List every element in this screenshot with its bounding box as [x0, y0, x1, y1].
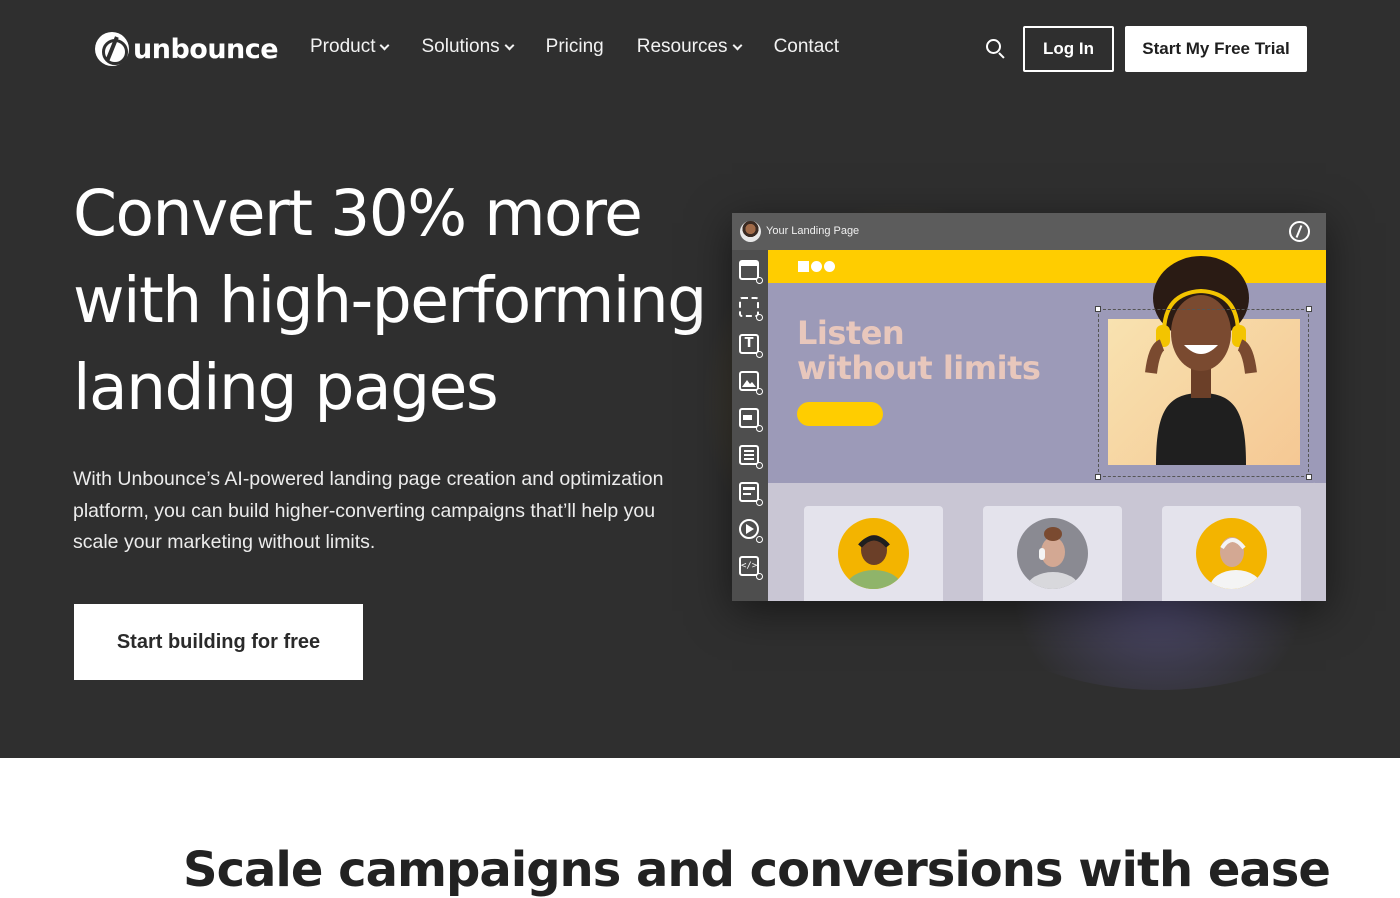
- nav-item-label: Contact: [773, 36, 840, 57]
- image-glyph: [742, 380, 756, 387]
- mockup-window-title: Your Landing Page: [766, 225, 860, 237]
- code-icon: </>: [739, 556, 763, 580]
- resize-handle: [1095, 306, 1101, 312]
- hero-section: unbounce Product Solutions Pricing Resou…: [0, 0, 1400, 758]
- headline-line: landing pages: [73, 351, 499, 424]
- person-photo-image: [838, 518, 909, 589]
- person-photo-image: [1017, 518, 1088, 589]
- play-glyph: [746, 524, 754, 534]
- headline-line: Convert 30% more: [73, 177, 643, 250]
- builder-mockup: Your Landing Page T </> Listen without l…: [732, 213, 1326, 601]
- hero-headline: Convert 30% more with high-performing la…: [73, 170, 713, 431]
- nav-item-contact[interactable]: Contact: [774, 36, 839, 58]
- form-glyph: [744, 450, 754, 460]
- mockup-title-bar: Your Landing Page: [732, 213, 1326, 250]
- chevron-down-icon: [380, 40, 390, 50]
- mockup-cta-pill: [797, 402, 883, 426]
- unbounce-logo-icon: [95, 32, 129, 66]
- mini-logo-circle: [824, 261, 835, 272]
- mockup-card: [1162, 506, 1301, 601]
- mini-logo-circle: [811, 261, 822, 272]
- form-icon: [739, 445, 763, 469]
- unbounce-logo-icon: [1289, 221, 1310, 242]
- mockup-card: [983, 506, 1122, 601]
- nav-item-label: Solutions: [421, 36, 500, 57]
- section-heading: Scale campaigns and conversions with eas…: [183, 842, 1331, 898]
- start-building-button[interactable]: Start building for free: [74, 604, 363, 680]
- search-icon[interactable]: [986, 39, 1006, 59]
- list-icon: [739, 482, 763, 506]
- box-icon: [739, 297, 763, 321]
- text-icon: T: [739, 334, 763, 358]
- mockup-mini-logo: [798, 261, 835, 272]
- chevron-down-icon: [732, 40, 743, 50]
- top-nav: unbounce Product Solutions Pricing Resou…: [0, 0, 1400, 100]
- hero-subtext: With Unbounce’s AI-powered landing page …: [73, 468, 664, 553]
- brand-logo[interactable]: unbounce: [95, 32, 279, 66]
- section-icon: [739, 260, 763, 284]
- mockup-heading: Listen without limits: [797, 316, 1057, 386]
- nav-item-label: Resources: [636, 36, 728, 57]
- image-icon: [739, 371, 763, 395]
- mockup-heading-line: without limits: [797, 349, 1041, 387]
- nav-item-pricing[interactable]: Pricing: [546, 36, 604, 58]
- mini-logo-square: [798, 261, 809, 272]
- selection-box: [1098, 309, 1309, 477]
- nav-item-product[interactable]: Product: [310, 36, 390, 58]
- nav-item-label: Pricing: [545, 36, 604, 57]
- search-handle: [998, 52, 1005, 59]
- resize-handle: [1306, 474, 1312, 480]
- nav-item-resources[interactable]: Resources: [636, 36, 743, 58]
- main-menu: Product Solutions Pricing Resources Cont…: [310, 36, 839, 58]
- button-icon: [739, 408, 763, 432]
- mockup-toolbar: T </>: [732, 250, 768, 601]
- nav-item-solutions[interactable]: Solutions: [421, 36, 515, 58]
- free-trial-button[interactable]: Start My Free Trial: [1125, 26, 1307, 72]
- headline-line: with high-performing: [73, 264, 707, 337]
- avatar: [740, 221, 761, 242]
- nav-item-label: Product: [310, 36, 376, 57]
- mockup-heading-line: Listen: [797, 314, 905, 352]
- button-glyph: [743, 415, 752, 420]
- mockup-card: [804, 506, 943, 601]
- list-glyph: [743, 487, 755, 495]
- brand-name: unbounce: [133, 33, 279, 65]
- video-icon: [739, 519, 763, 543]
- login-button[interactable]: Log In: [1023, 26, 1114, 72]
- resize-handle: [1095, 474, 1101, 480]
- person-photo-image: [1196, 518, 1267, 589]
- chevron-down-icon: [504, 40, 515, 50]
- resize-handle: [1306, 306, 1312, 312]
